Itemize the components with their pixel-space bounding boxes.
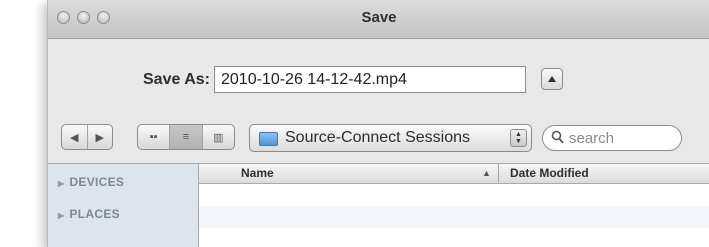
sort-ascending-icon: ▲	[482, 168, 491, 178]
location-label: Source-Connect Sessions	[285, 129, 470, 146]
disclosure-triangle-icon: ▶	[58, 179, 65, 188]
column-divider[interactable]	[498, 164, 499, 183]
save-dialog-window: Save Save As: ◀ ▶ ▪▪ ≡ ▥ Source-Connect …	[47, 0, 709, 247]
expand-dialog-button[interactable]	[541, 68, 563, 90]
search-input[interactable]	[567, 129, 676, 148]
disclosure-triangle-icon: ▶	[58, 211, 65, 220]
chevron-up-icon	[548, 76, 556, 82]
column-header-row: Name ▲ Date Modified	[199, 164, 709, 184]
back-button[interactable]: ◀	[62, 125, 87, 149]
column-header-date-modified[interactable]: Date Modified	[510, 166, 589, 180]
list-row	[199, 206, 709, 228]
popup-arrows-icon: ▲ ▼	[510, 129, 527, 147]
list-row	[199, 228, 709, 247]
window-title: Save	[361, 9, 397, 26]
search-icon	[551, 130, 564, 147]
back-forward-control: ◀ ▶	[61, 124, 113, 150]
sidebar-item-devices[interactable]: ▶ DEVICES	[58, 175, 124, 189]
column-header-name[interactable]: Name	[241, 166, 274, 180]
sidebar: ▶ DEVICES ▶ PLACES	[48, 163, 199, 247]
search-field[interactable]	[542, 125, 682, 151]
save-as-label: Save As:	[143, 71, 210, 88]
view-mode-control: ▪▪ ≡ ▥	[137, 124, 235, 150]
title-bar: Save	[48, 0, 709, 39]
icon-view-button[interactable]: ▪▪	[138, 125, 169, 149]
column-view-button[interactable]: ▥	[201, 125, 234, 149]
file-list: Name ▲ Date Modified	[199, 163, 709, 247]
location-popup[interactable]: Source-Connect Sessions ▲ ▼	[249, 124, 532, 152]
filename-input[interactable]	[214, 66, 526, 93]
list-row	[199, 184, 709, 206]
sidebar-item-label: PLACES	[69, 207, 120, 221]
folder-icon	[259, 132, 278, 146]
forward-button[interactable]: ▶	[86, 125, 113, 149]
list-view-button[interactable]: ≡	[169, 125, 202, 149]
sidebar-item-label: DEVICES	[69, 175, 125, 189]
sidebar-item-places[interactable]: ▶ PLACES	[58, 207, 120, 221]
